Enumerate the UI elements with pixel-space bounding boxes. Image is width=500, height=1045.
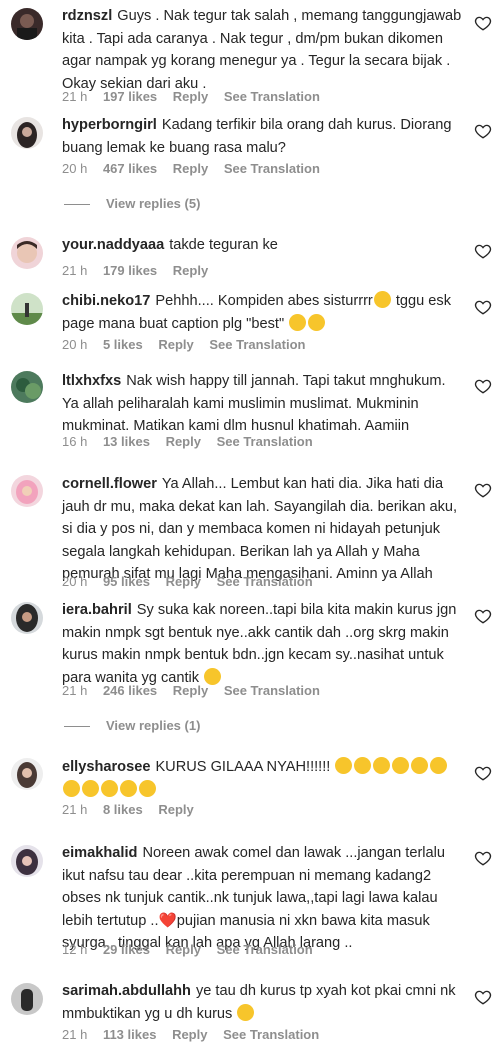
avatar[interactable] — [11, 602, 43, 634]
reply-button[interactable]: Reply — [173, 683, 208, 698]
comment-text: Guys . Nak tegur tak salah , memang tang… — [62, 8, 462, 92]
comment-time: 20 h — [62, 161, 88, 176]
smiling-emoji-icon — [63, 779, 80, 797]
comment-likes[interactable]: 197 likes — [103, 89, 157, 104]
comment-likes[interactable]: 246 likes — [103, 683, 157, 698]
comment-time: 21 h — [62, 683, 88, 698]
reply-button[interactable]: Reply — [172, 1027, 207, 1042]
avatar[interactable] — [11, 293, 43, 325]
like-heart-icon[interactable] — [474, 242, 492, 260]
comment-likes[interactable]: 179 likes — [103, 263, 157, 278]
divider — [64, 204, 90, 206]
comment-time: 21 h — [62, 263, 88, 278]
smiling-emoji-icon — [204, 667, 222, 685]
comment-username[interactable]: eimakhalid — [62, 845, 137, 861]
like-heart-icon[interactable] — [474, 122, 492, 140]
reply-button[interactable]: Reply — [158, 802, 193, 817]
comment-username[interactable]: ltlxhxfxs — [62, 373, 121, 389]
comment-username[interactable]: cornell.flower — [62, 476, 157, 492]
comment-username[interactable]: hyperborngirl — [62, 117, 157, 133]
comment-username[interactable]: iera.bahril — [62, 602, 132, 618]
divider — [64, 726, 90, 728]
view-replies-button[interactable]: View replies (5) — [64, 196, 200, 211]
see-translation-button[interactable]: See Translation — [224, 161, 320, 176]
see-translation-button[interactable]: See Translation — [217, 574, 313, 589]
comment-time: 21 h — [62, 802, 88, 817]
see-translation-button[interactable]: See Translation — [223, 1027, 319, 1042]
comment-username[interactable]: chibi.neko17 — [62, 293, 150, 309]
avatar[interactable] — [11, 371, 43, 403]
comment-time: 20 h — [62, 574, 88, 589]
see-translation-button[interactable]: See Translation — [217, 942, 313, 957]
like-heart-icon[interactable] — [474, 607, 492, 625]
smiling-emoji-icon — [139, 779, 156, 797]
comment-likes[interactable]: 467 likes — [103, 161, 157, 176]
comment-username[interactable]: rdznszl — [62, 8, 112, 24]
like-heart-icon[interactable] — [474, 849, 492, 867]
reply-button[interactable]: Reply — [166, 434, 201, 449]
red-heart-emoji-icon: ❤️ — [158, 912, 177, 929]
avatar[interactable] — [11, 8, 43, 40]
like-heart-icon[interactable] — [474, 298, 492, 316]
comment-text: Pehhh.... Kompiden abes sisturrrr — [155, 293, 373, 309]
heart-eyes-emoji-icon — [354, 757, 372, 774]
comment-time: 21 h — [62, 1027, 88, 1042]
reply-button[interactable]: Reply — [158, 337, 193, 352]
avatar[interactable] — [11, 758, 43, 790]
see-translation-button[interactable]: See Translation — [224, 89, 320, 104]
like-heart-icon[interactable] — [474, 481, 492, 499]
rofl-emoji-icon — [289, 313, 307, 331]
see-translation-button[interactable]: See Translation — [224, 683, 320, 698]
see-translation-button[interactable]: See Translation — [217, 434, 313, 449]
reply-button[interactable]: Reply — [173, 89, 208, 104]
heart-eyes-emoji-icon — [373, 757, 391, 774]
comment-likes[interactable]: 113 likes — [103, 1027, 157, 1042]
comment-text: KURUS GILAAA NYAH!!!!!! — [155, 759, 331, 775]
avatar[interactable] — [11, 475, 43, 507]
like-heart-icon[interactable] — [474, 764, 492, 782]
smiling-emoji-icon — [411, 757, 429, 774]
smiling-emoji-icon — [430, 757, 448, 774]
like-heart-icon[interactable] — [474, 14, 492, 32]
comment-time: 12 h — [62, 942, 88, 957]
heart-eyes-emoji-icon — [392, 757, 410, 774]
comment-time: 21 h — [62, 89, 88, 104]
avatar[interactable] — [11, 983, 43, 1015]
avatar[interactable] — [11, 237, 43, 269]
smiling-emoji-icon — [101, 779, 118, 797]
comment-time: 20 h — [62, 337, 88, 352]
comment-username[interactable]: ellysharosee — [62, 759, 150, 775]
crying-emoji-icon — [237, 1003, 255, 1021]
comment-username[interactable]: your.naddyaaa — [62, 237, 164, 253]
avatar[interactable] — [11, 117, 43, 149]
comment-text: takde teguran ke — [169, 237, 278, 253]
reply-button[interactable]: Reply — [173, 161, 208, 176]
comment-likes[interactable]: 95 likes — [103, 574, 150, 589]
see-translation-button[interactable]: See Translation — [209, 337, 305, 352]
smiling-emoji-icon — [120, 779, 137, 797]
avatar[interactable] — [11, 845, 43, 877]
heart-eyes-emoji-icon — [335, 757, 353, 774]
reply-button[interactable]: Reply — [173, 263, 208, 278]
reply-button[interactable]: Reply — [166, 942, 201, 957]
comment-likes[interactable]: 5 likes — [103, 337, 143, 352]
comment-username[interactable]: sarimah.abdullahh — [62, 983, 191, 999]
comment-likes[interactable]: 8 likes — [103, 802, 143, 817]
reply-button[interactable]: Reply — [166, 574, 201, 589]
view-replies-button[interactable]: View replies (1) — [64, 718, 200, 733]
laughing-emoji-icon — [373, 291, 391, 308]
comment-time: 16 h — [62, 434, 88, 449]
rofl-emoji-icon — [308, 313, 326, 331]
comment-likes[interactable]: 13 likes — [103, 434, 150, 449]
like-heart-icon[interactable] — [474, 377, 492, 395]
comment-likes[interactable]: 29 likes — [103, 942, 150, 957]
like-heart-icon[interactable] — [474, 988, 492, 1006]
smiling-emoji-icon — [82, 779, 99, 797]
